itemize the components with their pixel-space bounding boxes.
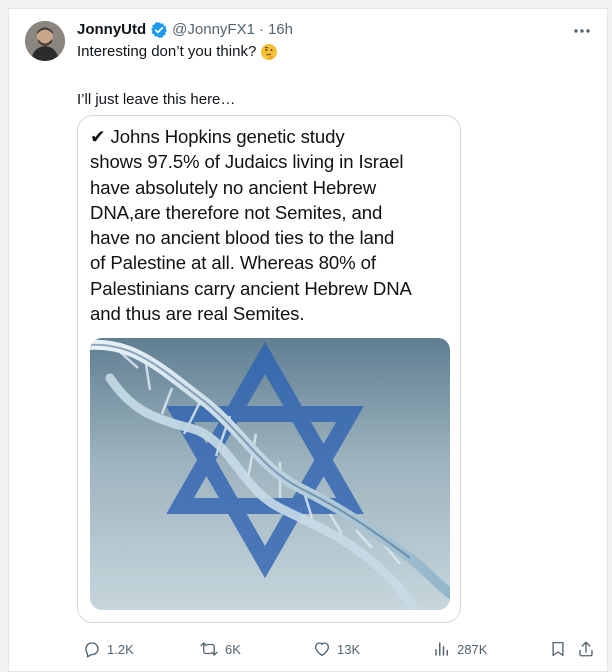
media-card[interactable]: ✔ Johns Hopkins genetic study shows 97.5… — [77, 115, 461, 623]
reply-button[interactable]: 1.2K — [83, 639, 134, 659]
avatar[interactable] — [25, 21, 65, 61]
views-button[interactable]: 287K — [433, 639, 487, 659]
repost-button[interactable]: 6K — [199, 639, 241, 659]
tweet-card: JonnyUtd @JonnyFX1 · 16h Interesting don… — [8, 8, 608, 672]
author-handle[interactable]: @JonnyFX1 — [172, 20, 255, 40]
tweet-text-line-2: I’ll just leave this here… — [77, 91, 236, 108]
header-separator: · — [258, 21, 264, 38]
share-icon — [579, 641, 593, 657]
reply-icon — [85, 642, 99, 658]
action-bar: 1.2K 6K 13K 287K — [77, 639, 601, 663]
share-button[interactable] — [577, 639, 595, 659]
views-count: 287K — [457, 641, 488, 657]
verified-badge-icon — [150, 21, 168, 39]
repost-count: 6K — [225, 641, 241, 657]
like-count: 13K — [337, 641, 361, 657]
repost-icon — [200, 642, 218, 656]
bookmark-button[interactable] — [549, 639, 567, 659]
tweet-header: JonnyUtd @JonnyFX1 · 16h — [77, 20, 293, 40]
like-button[interactable]: 13K — [313, 639, 360, 659]
tweet-text-line-1: Interesting don’t you think? — [77, 42, 278, 62]
thinking-face-icon — [260, 43, 278, 61]
tweet-text-1: Interesting don’t you think? — [77, 43, 257, 60]
bookmark-icon — [552, 641, 564, 657]
dna-star-image — [90, 338, 450, 610]
more-options-icon[interactable] — [571, 21, 593, 41]
post-time[interactable]: 16h — [268, 20, 293, 40]
reply-count: 1.2K — [107, 641, 134, 657]
media-caption: ✔ Johns Hopkins genetic study shows 97.5… — [90, 126, 412, 325]
views-icon — [435, 642, 448, 656]
heart-icon — [314, 642, 330, 657]
author-name[interactable]: JonnyUtd — [77, 20, 146, 40]
